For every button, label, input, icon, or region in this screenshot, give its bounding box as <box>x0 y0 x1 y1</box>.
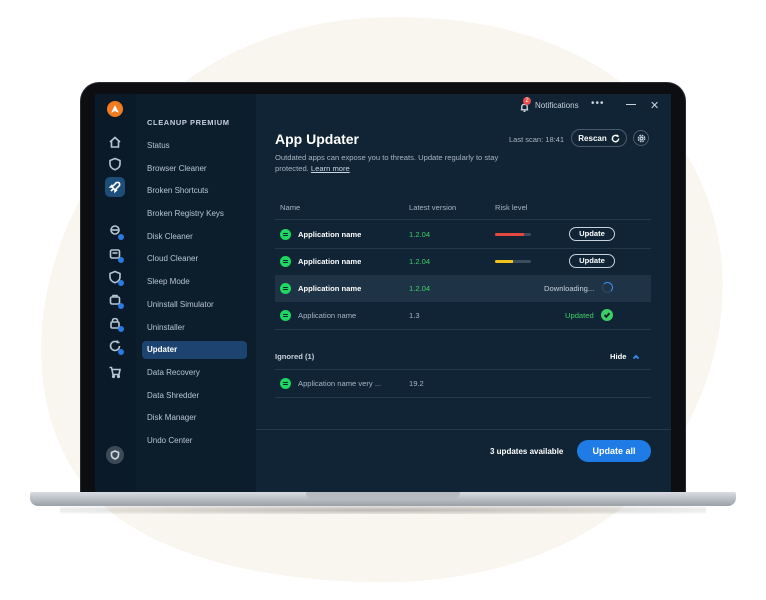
title-bar <box>256 94 671 116</box>
menu-item-uninstall-simulator[interactable]: Uninstall Simulator <box>142 296 247 314</box>
menu-item-cloud-cleaner[interactable]: Cloud Cleaner <box>142 250 247 268</box>
menu-item-disk-cleaner[interactable]: Disk Cleaner <box>142 228 247 246</box>
refresh-icon <box>611 134 620 142</box>
spotify-icon <box>280 310 291 321</box>
laptop-notch <box>306 492 460 499</box>
updates-available-count: 3 updates available <box>490 447 564 456</box>
column-header-name[interactable]: Name <box>280 203 300 212</box>
page-subtitle: Outdated apps can expose you to threats.… <box>275 153 499 173</box>
more-options-icon[interactable]: ••• <box>591 98 605 109</box>
column-header-risk-level[interactable]: Risk level <box>495 203 528 212</box>
menu-item-undo-center[interactable]: Undo Center <box>142 432 247 450</box>
section-menu: CLEANUP PREMIUM Status Browser Cleaner B… <box>136 94 256 492</box>
hide-toggle[interactable]: Hide <box>610 352 640 361</box>
column-header-latest-version[interactable]: Latest version <box>409 203 456 212</box>
table-row[interactable]: Application name very ... 19.2 <box>275 370 651 397</box>
table-row[interactable]: Application name 1.2.04 Update <box>275 221 651 248</box>
close-icon[interactable]: ✕ <box>650 99 659 112</box>
shield-icon[interactable] <box>105 154 125 174</box>
sleep-icon[interactable] <box>105 290 125 310</box>
update-button[interactable]: Update <box>569 227 615 241</box>
app-version: 1.3 <box>409 311 420 320</box>
spotify-icon <box>280 283 291 294</box>
shield-status-icon[interactable] <box>106 446 124 464</box>
minimize-icon[interactable] <box>626 104 636 106</box>
disk-clean-icon[interactable] <box>105 244 125 264</box>
app-name: Application name <box>298 284 362 293</box>
app-version: 1.2.04 <box>409 230 431 239</box>
spotify-icon <box>280 229 291 240</box>
app-version: 1.2.04 <box>409 257 431 266</box>
browser-clean-icon[interactable] <box>105 221 125 241</box>
spotify-icon <box>280 378 291 389</box>
update-button[interactable]: Update <box>569 254 615 268</box>
risk-bar <box>495 233 531 236</box>
home-icon[interactable] <box>105 132 125 152</box>
divider <box>275 329 651 330</box>
divider <box>275 219 651 220</box>
menu-item-data-recovery[interactable]: Data Recovery <box>142 364 247 382</box>
table-row[interactable]: Application name 1.3 Updated <box>275 302 651 329</box>
rescan-button[interactable]: Rescan <box>571 129 627 147</box>
notifications-link[interactable]: Notifications <box>535 101 579 110</box>
menu-item-disk-manager[interactable]: Disk Manager <box>142 409 247 427</box>
laptop-shadow <box>60 506 706 514</box>
spinner-icon <box>602 282 613 293</box>
menu-item-broken-shortcuts[interactable]: Broken Shortcuts <box>142 182 247 200</box>
brand-logo-icon[interactable] <box>107 101 123 117</box>
update-all-button[interactable]: Update all <box>577 440 651 462</box>
rescan-label: Rescan <box>578 133 607 143</box>
stage: CLEANUP PREMIUM Status Browser Cleaner B… <box>0 0 766 600</box>
menu-item-data-shredder[interactable]: Data Shredder <box>142 387 247 405</box>
menu-item-broken-registry-keys[interactable]: Broken Registry Keys <box>142 205 247 223</box>
lock-icon[interactable] <box>105 313 125 333</box>
chevron-up-icon <box>633 354 640 359</box>
table-row[interactable]: Application name 1.2.04 Downloading... <box>275 275 651 302</box>
rocket-icon[interactable] <box>105 177 125 197</box>
cloud-icon[interactable] <box>105 267 125 287</box>
main-panel: 2 Notifications ••• ✕ App Updater Outdat… <box>256 94 671 492</box>
app-version: 19.2 <box>409 379 424 388</box>
menu-item-sleep-mode[interactable]: Sleep Mode <box>142 273 247 291</box>
menu-item-browser-cleaner[interactable]: Browser Cleaner <box>142 160 247 178</box>
download-status: Downloading... <box>544 284 595 293</box>
menu-title: CLEANUP PREMIUM <box>147 118 230 127</box>
cart-icon[interactable] <box>105 362 125 382</box>
refresh-icon[interactable] <box>105 336 125 356</box>
footer-divider <box>256 429 671 430</box>
ignored-section-label: Ignored (1) <box>275 352 315 361</box>
last-scan-time: Last scan: 18:41 <box>509 135 565 144</box>
learn-more-link[interactable]: Learn more <box>311 164 350 173</box>
risk-bar <box>495 260 531 263</box>
spotify-icon <box>280 256 291 267</box>
app-name: Application name <box>298 311 357 320</box>
app-name: Application name <box>298 257 362 266</box>
notification-badge: 2 <box>523 97 531 105</box>
check-icon <box>601 309 613 321</box>
app-name: Application name very ... <box>298 379 382 388</box>
risk-bar-fill <box>495 233 524 236</box>
page-title: App Updater <box>275 131 359 147</box>
app-window: CLEANUP PREMIUM Status Browser Cleaner B… <box>95 94 671 492</box>
hide-label: Hide <box>610 352 627 361</box>
table-row[interactable]: Application name 1.2.04 Update <box>275 248 651 275</box>
app-name: Application name <box>298 230 362 239</box>
icon-rail <box>95 94 136 492</box>
divider <box>275 397 651 398</box>
risk-bar-fill <box>495 260 513 263</box>
gear-icon[interactable] <box>633 130 649 146</box>
app-version: 1.2.04 <box>409 284 431 293</box>
menu-item-updater[interactable]: Updater <box>142 341 247 360</box>
menu-item-uninstaller[interactable]: Uninstaller <box>142 319 247 337</box>
menu-item-status[interactable]: Status <box>142 137 247 155</box>
updated-status: Updated <box>565 311 594 320</box>
